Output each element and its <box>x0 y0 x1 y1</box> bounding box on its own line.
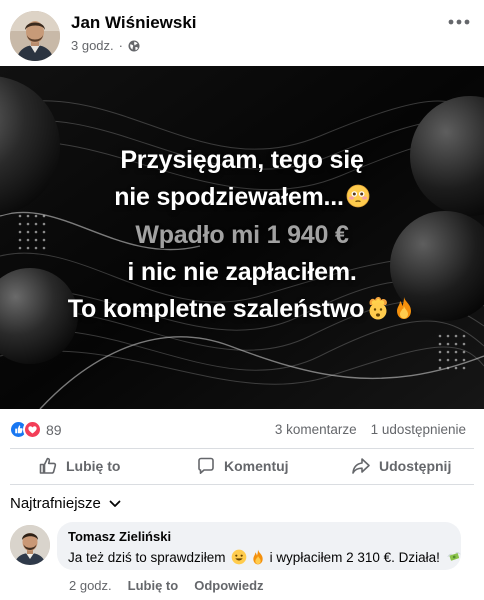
post-header: Jan Wiśniewski 3 godz. · <box>0 0 484 66</box>
love-reaction-icon <box>23 420 42 439</box>
exploding-head-emoji <box>369 297 388 320</box>
image-caption: Przysięgam, tego się nie spodziewałem...… <box>0 66 484 409</box>
comment-text: Ja też dziś to sprawdziłem i wypłaciłem … <box>68 549 462 565</box>
image-line-5: To kompletne szaleństwo <box>0 295 484 324</box>
fire-emoji <box>252 549 263 565</box>
flushed-face-emoji <box>346 184 370 208</box>
commenter-avatar[interactable] <box>10 525 50 565</box>
comment-like-button[interactable]: Lubię to <box>128 578 179 593</box>
image-line-3-highlight: Wpadło mi 1 940 € <box>135 221 349 249</box>
thumbs-up-icon <box>39 457 57 474</box>
comment-button-label: Komentuj <box>224 458 289 474</box>
share-button[interactable]: Udostępnij <box>351 450 451 482</box>
meta-separator: · <box>118 38 123 53</box>
reaction-count[interactable]: 89 <box>46 422 62 438</box>
comment-sort-label: Najtrafniejsze <box>10 495 101 512</box>
comment-author[interactable]: Tomasz Zieliński <box>68 529 171 544</box>
chevron-down-icon <box>109 500 121 507</box>
author-name[interactable]: Jan Wiśniewski <box>71 13 197 33</box>
comment-time[interactable]: 2 godz. <box>69 578 112 593</box>
image-line-4: i nic nie zapłaciłem. <box>127 258 357 286</box>
comment-actions: 2 godz. Lubię to Odpowiedz <box>69 578 264 593</box>
globe-icon[interactable] <box>128 40 140 52</box>
more-horizontal-icon[interactable] <box>448 18 470 26</box>
stats-divider <box>10 448 474 449</box>
actions-divider <box>10 484 474 485</box>
reactions-summary[interactable]: 89 <box>9 420 62 439</box>
shares-count[interactable]: 1 udostępnienie <box>371 422 466 437</box>
post-stats: 89 3 komentarze 1 udostępnienie <box>0 409 484 449</box>
share-button-label: Udostępnij <box>379 458 452 474</box>
post-actions: Lubię to Komentuj Udostępnij <box>0 450 484 482</box>
smiling-face-emoji <box>231 549 246 565</box>
comment-button[interactable]: Komentuj <box>196 450 289 482</box>
comments-count[interactable]: 3 komentarze <box>275 422 357 437</box>
post-image[interactable]: Przysięgam, tego się nie spodziewałem...… <box>0 66 484 409</box>
post-meta: 3 godz. · <box>71 38 140 53</box>
like-button[interactable]: Lubię to <box>38 450 120 482</box>
like-button-label: Lubię to <box>66 458 121 474</box>
image-line-1: Przysięgam, tego się <box>120 146 364 174</box>
engagement-counts: 3 komentarze 1 udostępnienie <box>275 422 466 437</box>
money-with-wings-emoji <box>447 552 461 561</box>
post-time[interactable]: 3 godz. <box>71 38 114 53</box>
comment-icon <box>198 457 214 474</box>
author-avatar[interactable] <box>10 11 60 61</box>
comment-reply-button[interactable]: Odpowiedz <box>194 578 263 593</box>
share-icon <box>352 458 370 474</box>
image-line-2: nie spodziewałem... <box>0 183 484 212</box>
fire-emoji <box>397 297 412 319</box>
comment-sort-dropdown[interactable]: Najtrafniejsze <box>10 495 121 512</box>
comment-bubble[interactable]: Tomasz Zieliński Ja też dziś to sprawdzi… <box>57 522 461 570</box>
